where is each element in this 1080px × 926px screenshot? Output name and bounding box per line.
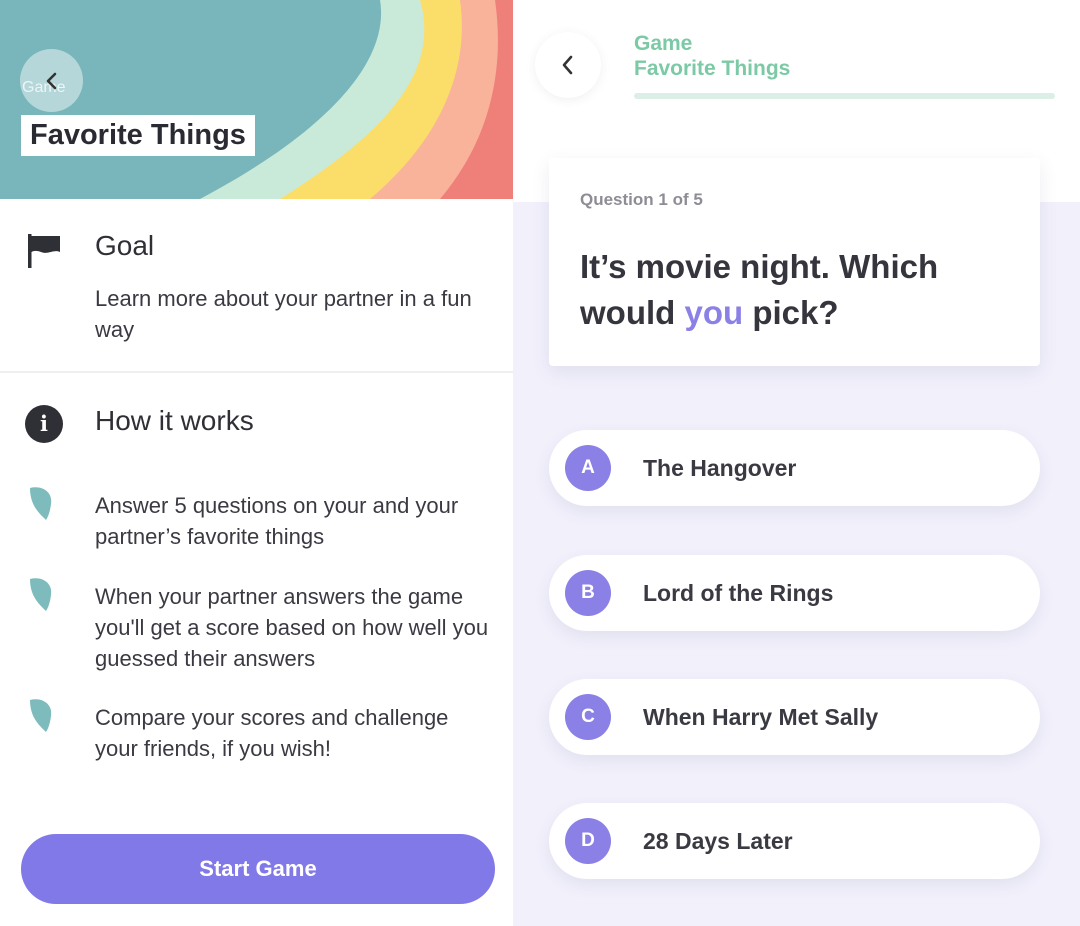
option-letter-badge: C bbox=[565, 694, 611, 740]
question-highlight: you bbox=[684, 294, 744, 331]
game-intro-screen: Game Favorite Things Goal Learn more abo… bbox=[0, 0, 513, 926]
leaf-icon bbox=[30, 578, 52, 611]
chevron-left-icon bbox=[562, 55, 573, 75]
option-label: When Harry Met Sally bbox=[643, 704, 879, 730]
rainbow-stripes-illustration bbox=[0, 0, 513, 199]
back-button[interactable] bbox=[535, 32, 601, 98]
step-text: Compare your scores and challenge your f… bbox=[95, 705, 449, 761]
option-letter-badge: B bbox=[565, 570, 611, 616]
page-title: Favorite Things bbox=[634, 57, 791, 80]
option-letter-badge: A bbox=[565, 445, 611, 491]
option-letter-badge: D bbox=[565, 818, 611, 864]
game-title: Favorite Things bbox=[21, 115, 255, 156]
answer-option-d[interactable]: D 28 Days Later bbox=[549, 803, 1040, 879]
leaf-icon bbox=[30, 699, 52, 732]
quiz-screen: Game Favorite Things Question 1 of 5 It’… bbox=[513, 0, 1080, 926]
chevron-left-icon bbox=[46, 72, 56, 89]
goal-section: Goal Learn more about your partner in a … bbox=[0, 199, 513, 373]
step-text: When your partner answers the game you'l… bbox=[95, 584, 489, 671]
info-icon: i bbox=[25, 405, 63, 443]
question-card: Question 1 of 5 It’s movie night. Which … bbox=[549, 158, 1040, 366]
how-it-works-heading: How it works bbox=[95, 405, 254, 436]
flag-icon bbox=[28, 234, 60, 268]
answer-option-c[interactable]: C When Harry Met Sally bbox=[549, 679, 1040, 755]
goal-heading: Goal bbox=[95, 230, 155, 261]
answer-option-b[interactable]: B Lord of the Rings bbox=[549, 555, 1040, 631]
option-label: Lord of the Rings bbox=[643, 580, 834, 606]
goal-description: Learn more about your partner in a fun w… bbox=[95, 286, 472, 342]
start-game-button[interactable]: Start Game bbox=[21, 834, 495, 904]
question-text: It’s movie night. Which would you pick? bbox=[580, 244, 1020, 336]
question-text-end: pick? bbox=[743, 294, 839, 331]
breadcrumb: Game bbox=[634, 32, 693, 55]
option-label: 28 Days Later bbox=[643, 828, 793, 854]
hero-banner: Game Favorite Things bbox=[0, 0, 513, 199]
question-counter: Question 1 of 5 bbox=[580, 190, 703, 209]
step-text: Answer 5 questions on your and your part… bbox=[95, 493, 459, 549]
answer-option-a[interactable]: A The Hangover bbox=[549, 430, 1040, 506]
back-button[interactable] bbox=[20, 49, 83, 112]
leaf-icon bbox=[30, 487, 52, 520]
progress-bar bbox=[634, 93, 1055, 99]
option-label: The Hangover bbox=[643, 455, 797, 481]
